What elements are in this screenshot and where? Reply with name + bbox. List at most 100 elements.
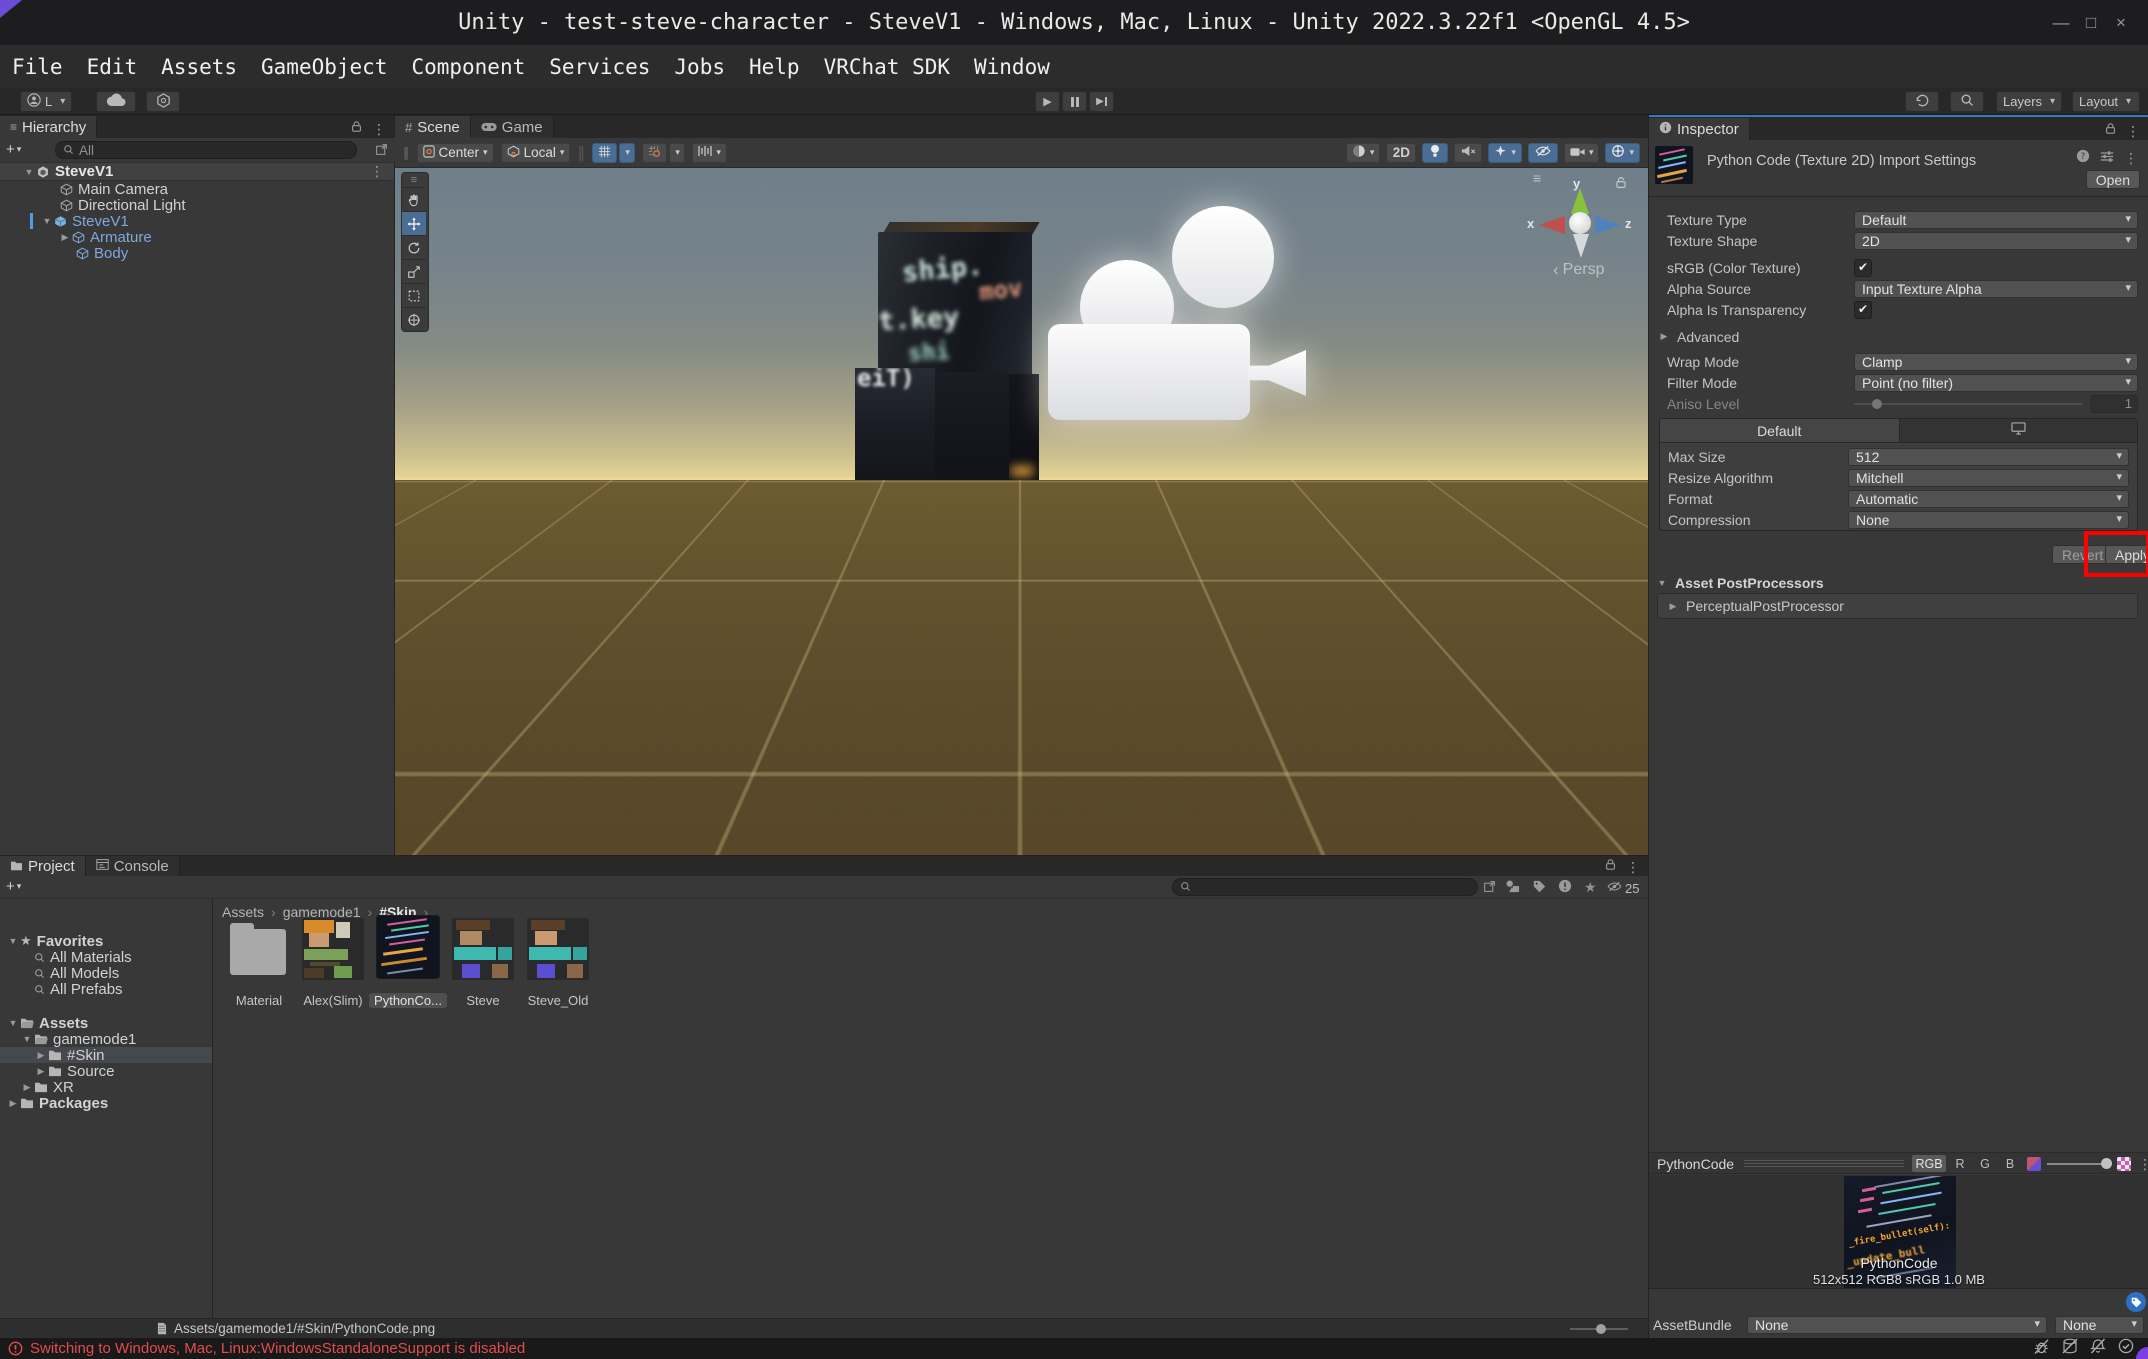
asset-label-steve-old[interactable]: Steve_Old xyxy=(519,993,597,1008)
platform-tab-default[interactable]: Default xyxy=(1660,419,1900,442)
presets-icon[interactable] xyxy=(2100,150,2114,168)
breadcrumb-assets[interactable]: Assets xyxy=(222,904,264,920)
status-message[interactable]: Switching to Windows, Mac, Linux:Windows… xyxy=(30,1340,525,1357)
foldout-open-icon[interactable]: ▼ xyxy=(40,216,54,226)
gizmo-y-cone[interactable] xyxy=(1571,188,1589,214)
platform-tab-standalone[interactable] xyxy=(1900,419,2138,442)
2d-view-toggle[interactable]: 2D xyxy=(1386,143,1416,163)
overlay-menu-icon[interactable]: ≡ xyxy=(1533,170,1541,186)
snap-toggle[interactable] xyxy=(642,143,667,163)
alpha-checker-icon[interactable] xyxy=(2117,1157,2131,1171)
scene-menu-icon[interactable]: ⋮ xyxy=(370,163,384,180)
tree-packages[interactable]: ▶ Packages xyxy=(0,1095,212,1111)
tab-game[interactable]: Game xyxy=(471,116,554,138)
scene-effects-dropdown[interactable]: ▾ xyxy=(1488,143,1522,163)
menu-jobs[interactable]: Jobs xyxy=(674,55,725,79)
account-button[interactable]: L xyxy=(20,91,72,112)
asset-label-alex[interactable]: Alex(Slim) xyxy=(294,993,372,1008)
panel-menu-icon[interactable]: ⋮ xyxy=(1626,859,1640,876)
favorite-all-materials[interactable]: All Materials xyxy=(0,949,212,965)
tree-gamemode1[interactable]: ▼ gamemode1 xyxy=(0,1031,212,1047)
asset-material-folder-icon[interactable] xyxy=(230,923,288,977)
layers-dropdown[interactable]: Layers xyxy=(1996,91,2062,112)
menu-component[interactable]: Component xyxy=(411,55,525,79)
channel-b-button[interactable]: B xyxy=(2000,1155,2020,1172)
mip-slider-track[interactable] xyxy=(2047,1163,2109,1165)
hierarchy-item-armature[interactable]: ▶ Armature xyxy=(0,229,394,245)
scene-viewport[interactable]: ship. mov t.key shi eiT) s( e_b xyxy=(395,168,1648,855)
filter-by-label-icon[interactable] xyxy=(1533,880,1546,898)
create-object-button[interactable]: + ▾ xyxy=(6,141,21,158)
grid-snap-toggle[interactable] xyxy=(592,143,617,163)
grid-snap-dropdown[interactable]: ▾ xyxy=(619,143,635,163)
debugger-disabled-icon[interactable] xyxy=(2033,1339,2050,1359)
asset-pythoncode-thumbnail[interactable] xyxy=(377,916,439,978)
max-size-dropdown[interactable]: 512 xyxy=(1848,448,2129,466)
aniso-value-field[interactable]: 1 xyxy=(2090,395,2138,413)
tree-xr[interactable]: ▶ XR xyxy=(0,1079,212,1095)
menu-assets[interactable]: Assets xyxy=(161,55,237,79)
scene-visibility-toggle[interactable] xyxy=(1528,143,1558,163)
asset-label-pythoncode-selected[interactable]: PythonCo... xyxy=(369,993,447,1008)
panel-menu-icon[interactable]: ⋮ xyxy=(372,121,386,138)
format-dropdown[interactable]: Automatic xyxy=(1848,490,2129,508)
alpha-transparency-checkbox[interactable]: ✔ xyxy=(1854,301,1872,319)
favorites-filter-star-icon[interactable]: ★ xyxy=(1584,879,1597,896)
gizmo-front-cone[interactable] xyxy=(1573,234,1589,258)
gizmo-lock-icon[interactable] xyxy=(1615,176,1627,194)
tool-handle-rotation-dropdown[interactable]: Local▾ xyxy=(501,143,571,163)
cloud-button[interactable] xyxy=(96,91,136,112)
play-button[interactable]: ▶ xyxy=(1035,91,1060,112)
asset-steve-old-thumbnail[interactable] xyxy=(527,918,589,980)
hidden-packages-toggle[interactable]: 25 xyxy=(1607,879,1639,897)
collab-disabled-icon[interactable] xyxy=(2090,1338,2106,1359)
services-hub-button[interactable] xyxy=(146,91,180,112)
search-in-window-icon[interactable] xyxy=(1483,880,1496,898)
hierarchy-search-input[interactable]: All xyxy=(55,141,357,159)
channel-g-button[interactable]: G xyxy=(1975,1155,1995,1172)
filter-mode-dropdown[interactable]: Point (no filter) xyxy=(1854,374,2138,392)
aniso-slider-knob[interactable] xyxy=(1872,399,1882,409)
tab-console[interactable]: Console xyxy=(86,856,180,876)
gizmo-z-cone[interactable] xyxy=(1595,216,1621,234)
menu-window[interactable]: Window xyxy=(974,55,1050,79)
asset-alex-slim-thumbnail[interactable] xyxy=(302,918,364,980)
panel-menu-icon[interactable]: ⋮ xyxy=(2126,123,2140,140)
tab-hierarchy[interactable]: ≡ Hierarchy xyxy=(0,116,97,138)
favorites-foldout[interactable]: ▼ ★ Favorites xyxy=(0,933,212,949)
toolbar-drag-handle[interactable]: ∥ xyxy=(403,145,410,161)
tools-drag-handle[interactable]: ≡ xyxy=(402,173,426,188)
lock-icon[interactable] xyxy=(2105,122,2116,140)
help-icon[interactable]: ? xyxy=(2076,149,2090,168)
pause-button[interactable] xyxy=(1062,91,1087,112)
scene-foldout-icon[interactable]: ▼ xyxy=(22,167,36,177)
lock-icon[interactable] xyxy=(1605,858,1616,876)
gizmo-center[interactable] xyxy=(1569,212,1591,234)
snap-dropdown[interactable]: ▾ xyxy=(669,143,685,163)
asset-label-material[interactable]: Material xyxy=(220,993,298,1008)
assetbundle-tag-icon[interactable] xyxy=(2126,1292,2146,1312)
transform-tool-button[interactable] xyxy=(402,308,426,331)
close-button-icon[interactable]: × xyxy=(2106,0,2136,45)
orientation-gizmo[interactable]: ≡ y x z ‹ Persp xyxy=(1515,168,1648,288)
resize-algorithm-dropdown[interactable]: Mitchell xyxy=(1848,469,2129,487)
assetbundle-variant-dropdown[interactable]: None xyxy=(2055,1316,2144,1334)
mipmap-icon[interactable] xyxy=(2027,1157,2041,1171)
tool-handle-pivot-dropdown[interactable]: Center▾ xyxy=(417,143,494,163)
main-camera-gizmo[interactable] xyxy=(1040,206,1320,431)
menu-vrchat-sdk[interactable]: VRChat SDK xyxy=(824,55,950,79)
gizmo-x-cone[interactable] xyxy=(1539,216,1565,234)
shading-mode-dropdown[interactable]: ▾ xyxy=(1346,143,1381,163)
srgb-checkbox[interactable]: ✔ xyxy=(1854,259,1872,277)
channel-r-button[interactable]: R xyxy=(1950,1155,1970,1172)
scene-audio-toggle[interactable] xyxy=(1454,143,1482,163)
scene-row[interactable]: ▼ SteveV1 ⋮ xyxy=(0,162,394,181)
projection-toggle[interactable]: ‹ Persp xyxy=(1553,260,1604,280)
scene-lighting-toggle[interactable] xyxy=(1422,143,1448,163)
maximize-button-icon[interactable]: □ xyxy=(2076,0,2106,45)
tab-inspector[interactable]: Inspector xyxy=(1649,118,1750,140)
open-in-window-icon[interactable] xyxy=(375,143,388,161)
compression-dropdown[interactable]: None xyxy=(1848,511,2129,529)
assetbundle-dropdown[interactable]: None xyxy=(1747,1316,2047,1334)
open-button[interactable]: Open xyxy=(2086,170,2140,189)
